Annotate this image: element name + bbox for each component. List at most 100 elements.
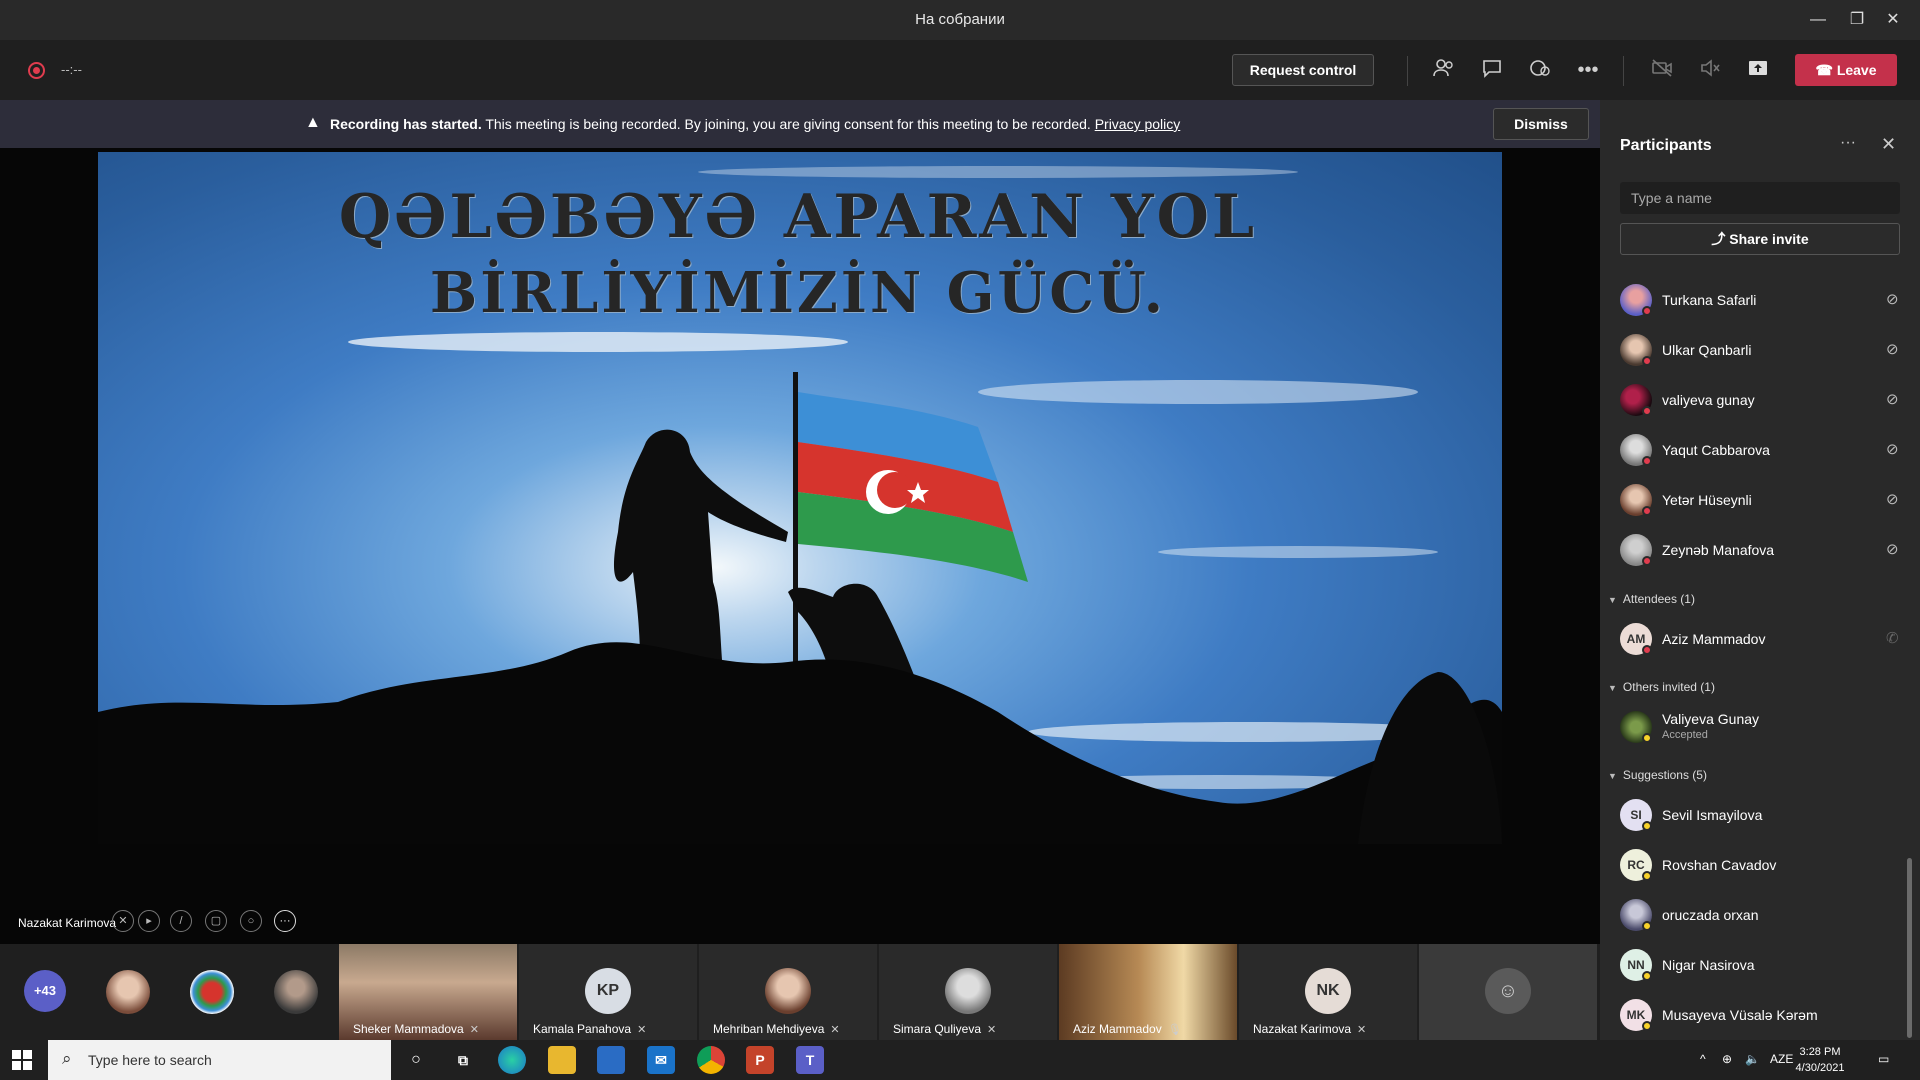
windows-start-icon[interactable] bbox=[12, 1050, 32, 1070]
participant-row[interactable]: valiyeva gunay ⊘ bbox=[1620, 380, 1900, 420]
attendees-section-header[interactable]: ▼ Attendees (1) bbox=[1608, 592, 1695, 606]
participant-avatar[interactable] bbox=[190, 970, 234, 1014]
dismiss-button[interactable]: Dismiss bbox=[1493, 108, 1589, 140]
participant-row[interactable]: Zeynəb Manafova ⊘ bbox=[1620, 530, 1900, 570]
more-controls-icon[interactable]: ··· bbox=[274, 910, 296, 932]
taskbar-search-box[interactable]: ⌕ Type here to search bbox=[48, 1040, 391, 1080]
fit-screen-icon[interactable]: ▢ bbox=[205, 910, 227, 932]
participant-name: Valiyeva Gunay bbox=[1662, 711, 1760, 727]
suggestion-row[interactable]: RC Rovshan Cavadov bbox=[1620, 845, 1900, 885]
windows-taskbar: ⌕ Type here to search ○ ⧉ ✉ P T ^ ⊕ 🔈 AZ… bbox=[0, 1040, 1920, 1080]
participant-name: Musayeva Vüsalə Kərəm bbox=[1662, 1007, 1818, 1023]
participant-avatar[interactable] bbox=[106, 970, 150, 1014]
suggestion-row[interactable]: oruczada orxan bbox=[1620, 895, 1900, 935]
more-options-icon[interactable]: ••• bbox=[1574, 56, 1602, 84]
participant-search-input[interactable] bbox=[1620, 182, 1900, 214]
task-view-icon[interactable]: ⧉ bbox=[449, 1046, 477, 1074]
network-icon[interactable]: ⊕ bbox=[1722, 1052, 1732, 1066]
recording-banner: ▲ Recording has started. This meeting is… bbox=[0, 100, 1600, 148]
chevron-down-icon: ▼ bbox=[1608, 595, 1617, 605]
video-tile[interactable]: Aziz Mammadov 🎙 bbox=[1059, 944, 1237, 1040]
tile-photo-avatar bbox=[765, 968, 811, 1014]
suggestions-section-header[interactable]: ▼ Suggestions (5) bbox=[1608, 768, 1707, 782]
volume-icon[interactable]: 🔈 bbox=[1745, 1052, 1760, 1066]
participant-avatar bbox=[1620, 384, 1652, 416]
meeting-toolbar: --:-- Request control ••• ☎ Leave bbox=[0, 40, 1920, 100]
hang-up-icon: ☎ bbox=[1815, 62, 1837, 78]
panel-scrollbar[interactable] bbox=[1907, 858, 1912, 1038]
file-explorer-icon[interactable] bbox=[548, 1046, 576, 1074]
mic-off-icon: ✕ bbox=[637, 1024, 647, 1036]
chevron-down-icon: ▼ bbox=[1608, 683, 1617, 693]
mic-off-icon: ⊘ bbox=[1886, 391, 1899, 408]
presenter-name: Nazakat Karimova bbox=[18, 916, 117, 930]
participant-avatar bbox=[1620, 434, 1652, 466]
video-tile[interactable]: Mehriban Mehdiyeva ✕ bbox=[699, 944, 877, 1040]
suggestion-row[interactable]: NN Nigar Nasirova bbox=[1620, 945, 1900, 985]
participant-row[interactable]: Turkana Safarli ⊘ bbox=[1620, 280, 1900, 320]
mic-off-icon: ✕ bbox=[469, 1024, 479, 1036]
reactions-icon[interactable] bbox=[1526, 56, 1554, 84]
tile-name: Kamala Panahova ✕ bbox=[533, 1022, 647, 1036]
tile-name: Simara Quliyeva ✕ bbox=[893, 1022, 997, 1036]
video-tile[interactable]: NK Nazakat Karimova ✕ bbox=[1239, 944, 1417, 1040]
video-tile[interactable]: KP Kamala Panahova ✕ bbox=[519, 944, 697, 1040]
notifications-icon[interactable]: ▭ bbox=[1878, 1052, 1889, 1066]
panel-more-icon[interactable]: ··· bbox=[1840, 134, 1856, 152]
others-invited-section-header[interactable]: ▼ Others invited (1) bbox=[1608, 680, 1715, 694]
tile-initials-avatar: KP bbox=[585, 968, 631, 1014]
cortana-icon[interactable]: ○ bbox=[402, 1046, 430, 1074]
mail-icon[interactable]: ✉ bbox=[647, 1046, 675, 1074]
restore-button[interactable]: ❐ bbox=[1842, 8, 1872, 32]
participants-panel: Participants ··· ✕ ⤴ Share invite Turkan… bbox=[1600, 100, 1920, 1040]
share-invite-button[interactable]: ⤴ Share invite bbox=[1620, 223, 1900, 255]
presenter-mic-off-icon: ✕ bbox=[112, 910, 134, 932]
panel-close-icon[interactable]: ✕ bbox=[1881, 134, 1896, 155]
tile-name: Mehriban Mehdiyeva ✕ bbox=[713, 1022, 840, 1036]
chat-icon[interactable] bbox=[1478, 56, 1506, 84]
pen-icon[interactable]: / bbox=[170, 910, 192, 932]
request-control-button[interactable]: Request control bbox=[1232, 54, 1374, 86]
suggestion-row[interactable]: MK Musayeva Vüsalə Kərəm bbox=[1620, 995, 1900, 1035]
participant-avatar[interactable] bbox=[274, 970, 318, 1014]
overflow-participants-button[interactable]: +43 bbox=[24, 970, 66, 1012]
next-slide-icon[interactable]: ▸ bbox=[138, 910, 160, 932]
participant-row[interactable]: AM Aziz Mammadov ✆ bbox=[1620, 619, 1900, 659]
speaker-mute-icon[interactable] bbox=[1696, 56, 1724, 84]
participant-row[interactable]: Yaqut Cabbarova ⊘ bbox=[1620, 430, 1900, 470]
meeting-timer: --:-- bbox=[61, 62, 82, 77]
video-tile[interactable]: Simara Quliyeva ✕ bbox=[879, 944, 1057, 1040]
suggestion-row[interactable]: SI Sevil Ismayilova bbox=[1620, 795, 1900, 835]
powerpoint-icon[interactable]: P bbox=[746, 1046, 774, 1074]
mic-off-icon: ✕ bbox=[987, 1024, 997, 1036]
participant-name: oruczada orxan bbox=[1662, 907, 1759, 923]
participant-row[interactable]: Valiyeva Gunay Accepted bbox=[1620, 707, 1900, 747]
tray-chevron-icon[interactable]: ^ bbox=[1700, 1052, 1706, 1066]
participant-avatar bbox=[1620, 899, 1652, 931]
store-icon[interactable] bbox=[597, 1046, 625, 1074]
zoom-icon[interactable]: ○ bbox=[240, 910, 262, 932]
participant-row[interactable]: Ulkar Qanbarli ⊘ bbox=[1620, 330, 1900, 370]
person-icon: ☺ bbox=[1485, 968, 1531, 1014]
participant-row[interactable]: Yetər Hüseynli ⊘ bbox=[1620, 480, 1900, 520]
edge-icon[interactable] bbox=[498, 1046, 526, 1074]
chrome-icon[interactable] bbox=[697, 1046, 725, 1074]
leave-button[interactable]: ☎ Leave bbox=[1795, 54, 1897, 86]
minimize-button[interactable]: — bbox=[1803, 8, 1833, 32]
search-icon: ⌕ bbox=[62, 1049, 72, 1068]
toolbar-divider bbox=[1407, 56, 1408, 86]
camera-off-icon[interactable] bbox=[1648, 56, 1676, 84]
teams-icon[interactable]: T bbox=[796, 1046, 824, 1074]
privacy-policy-link[interactable]: Privacy policy bbox=[1095, 116, 1181, 132]
participant-avatar bbox=[1620, 484, 1652, 516]
share-screen-icon[interactable] bbox=[1744, 56, 1772, 84]
close-window-button[interactable]: ✕ bbox=[1878, 8, 1908, 32]
shared-content-stage: QƏLƏBƏYƏ APARAN YOL BİRLİYİMİZİN GÜCÜ. N… bbox=[0, 148, 1600, 944]
title-bar: На собрании — ❐ ✕ bbox=[0, 0, 1920, 40]
participant-name: Zeynəb Manafova bbox=[1662, 542, 1775, 558]
participants-icon[interactable] bbox=[1430, 56, 1458, 84]
self-video-tile[interactable]: ☺ bbox=[1419, 944, 1597, 1040]
system-clock[interactable]: 3:28 PM 4/30/2021 bbox=[1790, 1044, 1850, 1076]
tile-photo-avatar bbox=[945, 968, 991, 1014]
video-tile[interactable]: Sheker Mammadova ✕ bbox=[339, 944, 517, 1040]
